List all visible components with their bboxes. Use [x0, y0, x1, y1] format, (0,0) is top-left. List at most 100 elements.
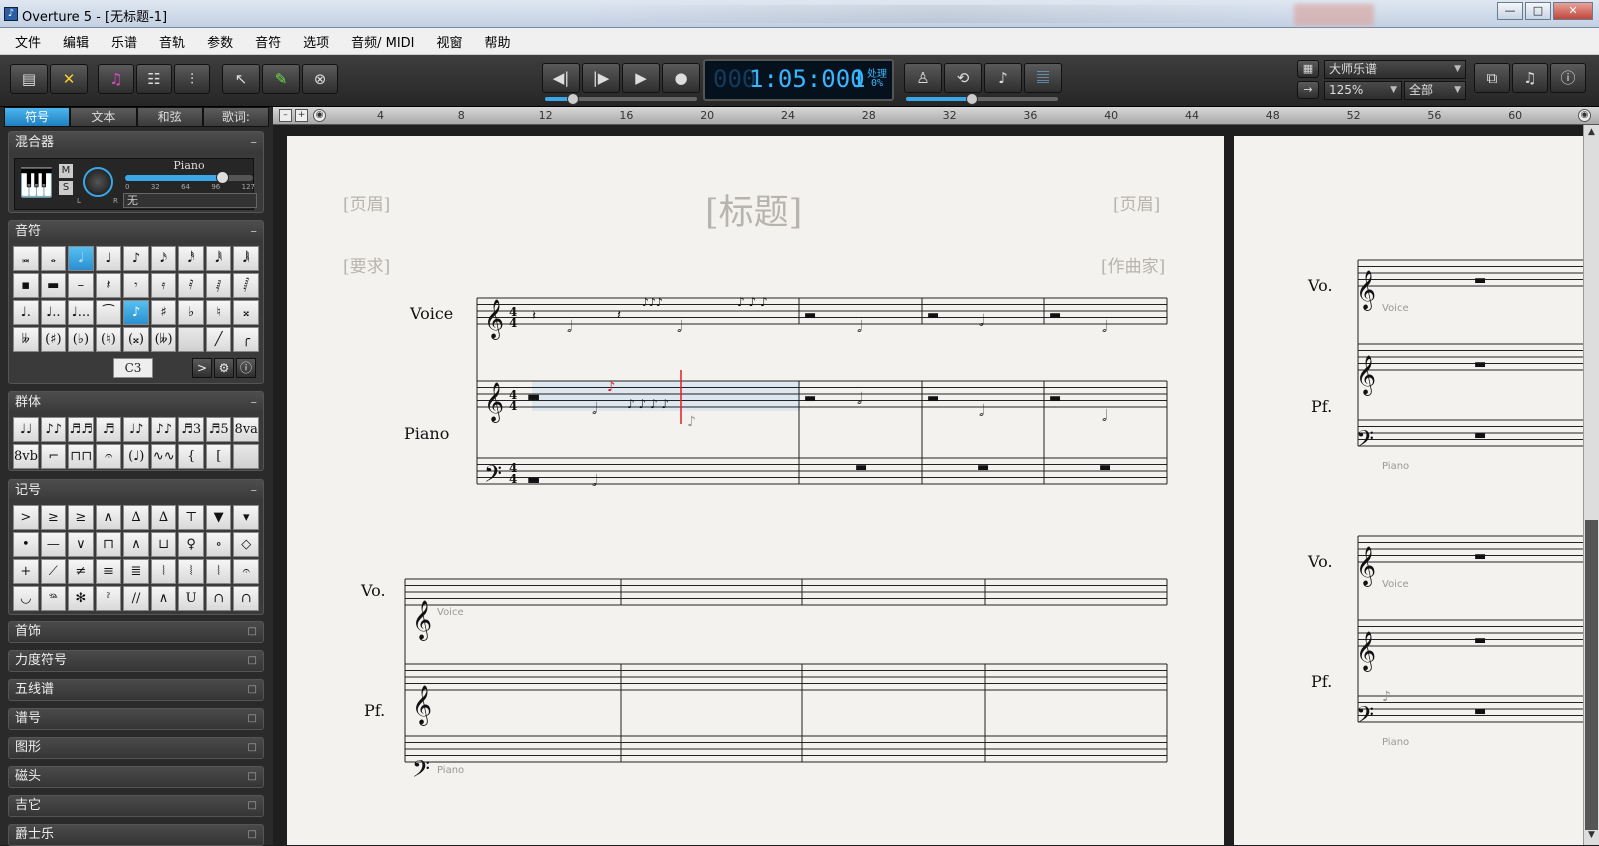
tab-text[interactable]: 文本 — [70, 107, 137, 127]
notes-palette-button[interactable]: ♩.. — [40, 300, 67, 325]
expand-icon[interactable]: □ — [248, 622, 257, 642]
tab-symbols[interactable]: 符号 — [4, 107, 71, 127]
layout-preset-dropdown[interactable]: 大师乐谱 ▼ — [1324, 60, 1466, 79]
panel-dynamics[interactable]: 力度符号 □ — [8, 650, 264, 672]
notes-palette-button[interactable]: – — [68, 273, 94, 298]
mixer-header[interactable]: 混合器 – — [9, 132, 263, 154]
accent-button[interactable]: > — [192, 358, 212, 378]
pencil-icon[interactable]: ✎ — [262, 64, 300, 94]
menu-help[interactable]: 帮助 — [474, 32, 522, 51]
notes-palette-button[interactable]: ♩. — [13, 300, 39, 325]
marks-palette-button[interactable]: > — [13, 505, 39, 530]
notes-palette-button[interactable]: ⁀ — [95, 300, 122, 325]
marks-palette-button[interactable]: • — [13, 532, 39, 557]
expand-icon[interactable]: □ — [248, 709, 257, 729]
marks-header[interactable]: 记号 – — [9, 480, 263, 502]
notes-palette-button[interactable]: (♯) — [40, 327, 67, 352]
erase-icon[interactable]: ⊗ — [302, 64, 338, 94]
zoom-dropdown[interactable]: 125% ▼ — [1324, 81, 1402, 100]
marks-palette-button[interactable]: ≡ — [95, 559, 122, 584]
goto-icon[interactable]: → — [1297, 81, 1319, 99]
menu-track[interactable]: 音轨 — [148, 32, 196, 51]
menu-file[interactable]: 文件 — [4, 32, 52, 51]
marks-palette-button[interactable]: ∩ — [205, 586, 232, 611]
pitch-field[interactable]: C3 — [113, 358, 153, 378]
menu-window[interactable]: 视窗 — [426, 32, 474, 51]
zoom-out-button[interactable]: – — [279, 109, 292, 122]
groups-palette-button[interactable]: ♬♬ — [68, 417, 94, 442]
marks-palette-button[interactable]: ⊓ — [95, 532, 122, 557]
notes-palette-button[interactable]: ♩ — [95, 246, 122, 271]
marks-palette-button[interactable]: // — [123, 586, 149, 611]
notes-header[interactable]: 音符 – — [9, 221, 263, 243]
marks-palette-button[interactable]: — — [40, 532, 67, 557]
expand-icon[interactable]: □ — [248, 825, 257, 845]
scrollbar-thumb[interactable] — [1585, 520, 1598, 830]
groups-palette-button[interactable]: { — [178, 444, 204, 469]
select-arrow-icon[interactable]: ↖ — [222, 64, 260, 94]
panel-noteheads[interactable]: 磁头 □ — [8, 766, 264, 788]
marks-palette-button[interactable]: ∘ — [205, 532, 232, 557]
notes-palette-button[interactable]: ♪ — [123, 300, 149, 325]
metronome-icon[interactable]: ♙ — [904, 63, 942, 93]
record-icon[interactable]: ● — [662, 63, 700, 93]
minimize-button[interactable]: — — [1497, 2, 1523, 20]
groups-palette-button[interactable]: ♬3 — [178, 417, 204, 442]
marks-palette-button[interactable]: ▼ — [205, 505, 232, 530]
groups-palette-button[interactable]: ⊓⊓ — [68, 444, 94, 469]
track-sheet-icon[interactable]: ☷ — [136, 64, 172, 94]
notes-palette-button[interactable]: ╱ — [205, 327, 232, 352]
panel-staff[interactable]: 五线谱 □ — [8, 679, 264, 701]
notes-palette-button[interactable]: (♮) — [95, 327, 122, 352]
score-view-icon[interactable]: ▤ — [10, 64, 48, 94]
notes-palette-button[interactable]: 𝅝 — [40, 246, 67, 271]
notes-palette-button[interactable]: 𝅘𝅥𝅯 — [150, 246, 177, 271]
notes-palette-button[interactable]: 𝄿 — [150, 273, 177, 298]
scroll-up-icon[interactable]: ▲ — [1585, 127, 1598, 140]
menu-edit[interactable]: 编辑 — [52, 32, 100, 51]
pan-knob[interactable] — [83, 167, 113, 197]
notes-palette-button[interactable]: ▬ — [40, 273, 67, 298]
collapse-icon[interactable]: – — [251, 480, 258, 501]
notes-palette-button[interactable]: 𝅗𝅥 — [68, 246, 94, 271]
groups-palette-button[interactable]: ♬5 — [205, 417, 232, 442]
notes-palette-button[interactable]: 𝄪 — [233, 300, 259, 325]
zoom-in-button[interactable]: + — [295, 109, 308, 122]
groups-palette-button[interactable]: 8va — [233, 417, 259, 442]
expand-icon[interactable]: □ — [248, 796, 257, 816]
effect-field[interactable]: 无 — [123, 193, 257, 208]
collapse-icon[interactable]: – — [251, 132, 258, 153]
notes-palette-button[interactable]: 𝅘𝅥𝅲 — [233, 246, 259, 271]
volume-slider[interactable] — [125, 171, 253, 184]
groups-palette-button[interactable]: 𝄐 — [95, 444, 122, 469]
playback-position-slider[interactable] — [545, 93, 697, 105]
rewind-icon[interactable]: ◀| — [542, 63, 580, 93]
menu-audio-midi[interactable]: 音频/ MIDI — [340, 32, 425, 51]
marks-palette-button[interactable]: ≠ — [68, 559, 94, 584]
marks-palette-button[interactable]: ∩ — [233, 586, 259, 611]
maximize-button[interactable]: □ — [1525, 2, 1551, 20]
menu-options[interactable]: 选项 — [292, 32, 340, 51]
marks-palette-button[interactable]: ∨ — [68, 532, 94, 557]
groups-palette-button[interactable]: ♪♪ — [150, 417, 177, 442]
notes-palette-button[interactable]: (♭) — [68, 327, 94, 352]
layout-icon[interactable]: ▦ — [1297, 60, 1319, 78]
ruler-marker[interactable]: ◉ — [313, 109, 326, 122]
panel-ornaments[interactable]: 首饰 □ — [8, 621, 264, 643]
notes-palette-button[interactable] — [178, 327, 204, 352]
marks-palette-button[interactable]: ◡ — [13, 586, 39, 611]
marks-palette-button[interactable]: ⟋ — [40, 559, 67, 584]
groups-palette-button[interactable]: ⌐ — [40, 444, 67, 469]
marks-palette-button[interactable]: ⦚ — [150, 559, 177, 584]
groups-palette-button[interactable]: ∿∿ — [150, 444, 177, 469]
notes-palette-button[interactable]: 𝅁 — [205, 273, 232, 298]
notes-palette-button[interactable]: 𝅜 — [13, 246, 39, 271]
tools-icon[interactable]: ✕ — [50, 64, 88, 94]
mute-button[interactable]: M — [59, 164, 73, 178]
close-button[interactable]: ✕ — [1553, 2, 1593, 20]
marks-palette-button[interactable]: ◇ — [233, 532, 259, 557]
expand-icon[interactable]: □ — [248, 651, 257, 671]
page-view-icon[interactable]: ⧉ — [1474, 63, 1510, 93]
marks-palette-button[interactable]: ∧ — [123, 532, 149, 557]
tab-lyrics[interactable]: 歌词: — [202, 107, 269, 127]
